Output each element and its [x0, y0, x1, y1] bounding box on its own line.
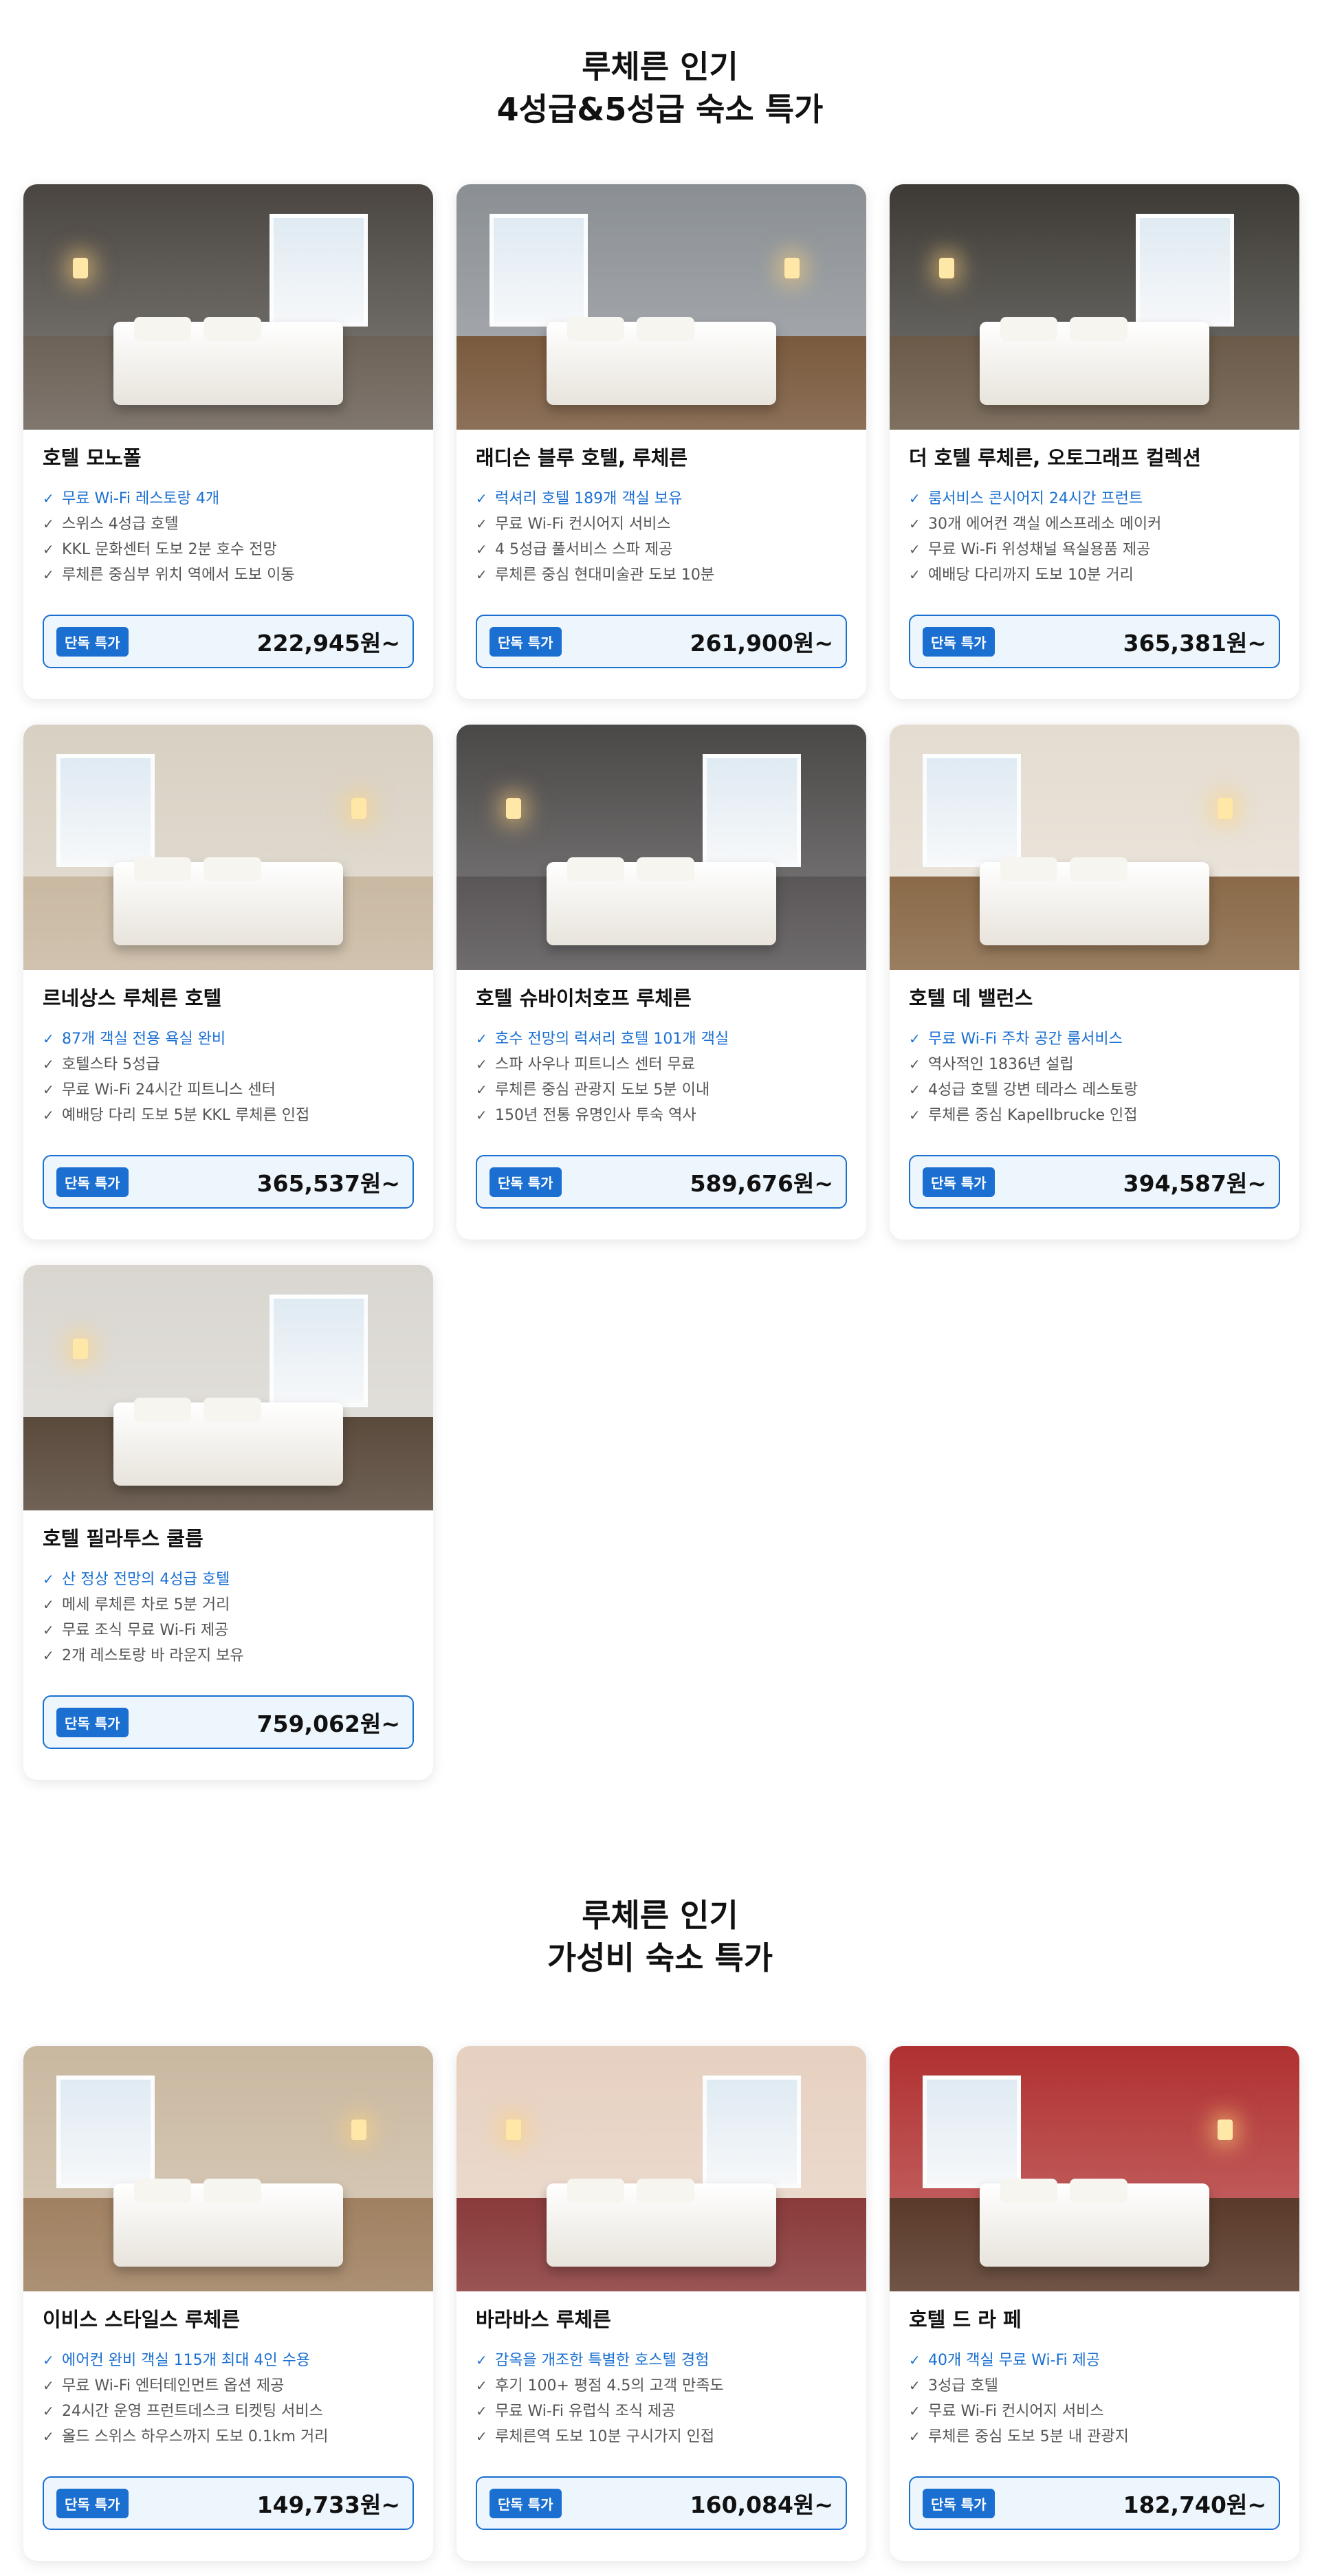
card-body: 호텔 드 라 페 ✓ 40개 객실 무료 Wi-Fi 제공 ✓ 3성급 호텔 ✓ 무료 Wi… — [890, 2307, 1299, 2450]
feature-item: ✓ 루체른 중심 도보 5분 내 관광지 — [909, 2424, 1280, 2450]
photo-pillow — [1070, 2178, 1128, 2203]
price: 182,740원~ — [1123, 2491, 1266, 2518]
hotel-grid: 이비스 스타일스 루체른 ✓ 에어컨 완비 객실 115개 최대 4인 수용 ✓ 무료 … — [23, 2046, 1299, 2561]
price-box[interactable]: 단독 특가 149,733원~ — [43, 2476, 414, 2530]
feature-item: ✓ 무료 Wi-Fi 유럽식 조식 제공 — [476, 2399, 847, 2424]
feature-item: ✓ 무료 Wi-Fi 컨시어지 서비스 — [909, 2399, 1280, 2424]
photo-window — [56, 2075, 155, 2189]
check-icon: ✓ — [43, 2428, 54, 2445]
hotel-photo[interactable] — [890, 2046, 1299, 2291]
feature-item: ✓ 후기 100+ 평점 4.5의 고객 만족도 — [476, 2373, 847, 2399]
check-icon: ✓ — [476, 2352, 487, 2368]
photo-pillow — [1000, 2178, 1058, 2203]
section-title-line2: 가성비 숙소 특가 — [547, 1939, 773, 1977]
check-icon: ✓ — [909, 2377, 921, 2394]
hotel-name[interactable]: 바라바스 루체른 — [476, 2307, 847, 2333]
hotel-card[interactable]: 호텔 드 라 페 ✓ 40개 객실 무료 Wi-Fi 제공 ✓ 3성급 호텔 ✓ 무료 Wi… — [890, 2046, 1299, 2561]
photo-lamp — [351, 2120, 366, 2141]
feature-text: 루체른 중심 도보 5분 내 관광지 — [928, 2428, 1129, 2445]
hotel-name[interactable]: 호텔 드 라 페 — [909, 2307, 1280, 2333]
exclusive-badge: 단독 특가 — [490, 2488, 562, 2518]
feature-text: 무료 Wi-Fi 유럽식 조식 제공 — [495, 2403, 676, 2420]
feature-text: 감옥을 개조한 특별한 호스텔 경험 — [495, 2352, 710, 2369]
photo-lamp — [1217, 2120, 1233, 2141]
price-box[interactable]: 단독 특가 160,084원~ — [476, 2476, 847, 2530]
photo-pillow — [204, 2178, 261, 2203]
section-title-line1: 루체른 인기 — [582, 1897, 738, 1934]
photo-pillow — [566, 2178, 625, 2203]
feature-list: ✓ 에어컨 완비 객실 115개 최대 4인 수용 ✓ 무료 Wi-Fi 엔터테인먼트… — [43, 2348, 414, 2450]
feature-item: ✓ 루체른역 도보 10분 구시가지 인접 — [476, 2424, 847, 2450]
photo-lamp — [505, 2120, 521, 2141]
feature-text: 40개 객실 무료 Wi-Fi 제공 — [928, 2352, 1101, 2369]
exclusive-badge: 단독 특가 — [56, 2488, 129, 2518]
hotel-name[interactable]: 이비스 스타일스 루체른 — [43, 2307, 414, 2333]
photo-pillow — [637, 2178, 694, 2203]
check-icon: ✓ — [476, 2403, 487, 2419]
check-icon: ✓ — [43, 2377, 54, 2394]
feature-item: ✓ 감옥을 개조한 특별한 호스텔 경험 — [476, 2348, 847, 2373]
check-icon: ✓ — [909, 2428, 921, 2445]
feature-text: 무료 Wi-Fi 엔터테인먼트 옵션 제공 — [62, 2377, 285, 2395]
check-icon: ✓ — [909, 2403, 921, 2419]
hotel-card[interactable]: 이비스 스타일스 루체른 ✓ 에어컨 완비 객실 115개 최대 4인 수용 ✓ 무료 … — [23, 2046, 433, 2561]
hotel-photo[interactable] — [23, 2046, 433, 2291]
feature-item: ✓ 3성급 호텔 — [909, 2373, 1280, 2399]
value-section: 루체른 인기 가성비 숙소 특가 이비스 스타일스 루체른 ✓ 에어컨 완비 객실 … — [0, 0, 1320, 2561]
price: 149,733원~ — [256, 2491, 400, 2518]
card-body: 바라바스 루체른 ✓ 감옥을 개조한 특별한 호스텔 경험 ✓ 후기 100+ 평점 4… — [456, 2307, 866, 2450]
feature-item: ✓ 40개 객실 무료 Wi-Fi 제공 — [909, 2348, 1280, 2373]
hotel-photo[interactable] — [456, 2046, 866, 2291]
feature-list: ✓ 감옥을 개조한 특별한 호스텔 경험 ✓ 후기 100+ 평점 4.5의 고객 만… — [476, 2348, 847, 2450]
feature-item: ✓ 무료 Wi-Fi 엔터테인먼트 옵션 제공 — [43, 2373, 414, 2399]
feature-text: 3성급 호텔 — [928, 2377, 998, 2395]
feature-text: 무료 Wi-Fi 컨시어지 서비스 — [928, 2403, 1104, 2420]
check-icon: ✓ — [43, 2352, 54, 2368]
photo-pillow — [133, 2178, 192, 2203]
feature-text: 후기 100+ 평점 4.5의 고객 만족도 — [495, 2377, 724, 2395]
price: 160,084원~ — [690, 2491, 833, 2518]
check-icon: ✓ — [43, 2403, 54, 2419]
price-box[interactable]: 단독 특가 182,740원~ — [909, 2476, 1280, 2530]
feature-text: 루체른역 도보 10분 구시가지 인접 — [495, 2428, 715, 2445]
card-body: 이비스 스타일스 루체른 ✓ 에어컨 완비 객실 115개 최대 4인 수용 ✓ 무료 … — [23, 2307, 433, 2450]
feature-item: ✓ 에어컨 완비 객실 115개 최대 4인 수용 — [43, 2348, 414, 2373]
feature-item: ✓ 24시간 운영 프런트데스크 티켓팅 서비스 — [43, 2399, 414, 2424]
photo-window — [922, 2075, 1021, 2189]
check-icon: ✓ — [476, 2428, 487, 2445]
feature-text: 올드 스위스 하우스까지 도보 0.1km 거리 — [62, 2428, 329, 2445]
hotel-card[interactable]: 바라바스 루체른 ✓ 감옥을 개조한 특별한 호스텔 경험 ✓ 후기 100+ 평점 4… — [456, 2046, 866, 2561]
exclusive-badge: 단독 특가 — [923, 2488, 995, 2518]
feature-text: 24시간 운영 프런트데스크 티켓팅 서비스 — [62, 2403, 323, 2420]
feature-text: 에어컨 완비 객실 115개 최대 4인 수용 — [62, 2352, 311, 2369]
check-icon: ✓ — [909, 2352, 921, 2368]
photo-window — [702, 2075, 801, 2189]
check-icon: ✓ — [476, 2377, 487, 2394]
feature-item: ✓ 올드 스위스 하우스까지 도보 0.1km 거리 — [43, 2424, 414, 2450]
feature-list: ✓ 40개 객실 무료 Wi-Fi 제공 ✓ 3성급 호텔 ✓ 무료 Wi-Fi 컨시어지… — [909, 2348, 1280, 2450]
section-title: 루체른 인기 가성비 숙소 특가 — [23, 0, 1297, 1979]
